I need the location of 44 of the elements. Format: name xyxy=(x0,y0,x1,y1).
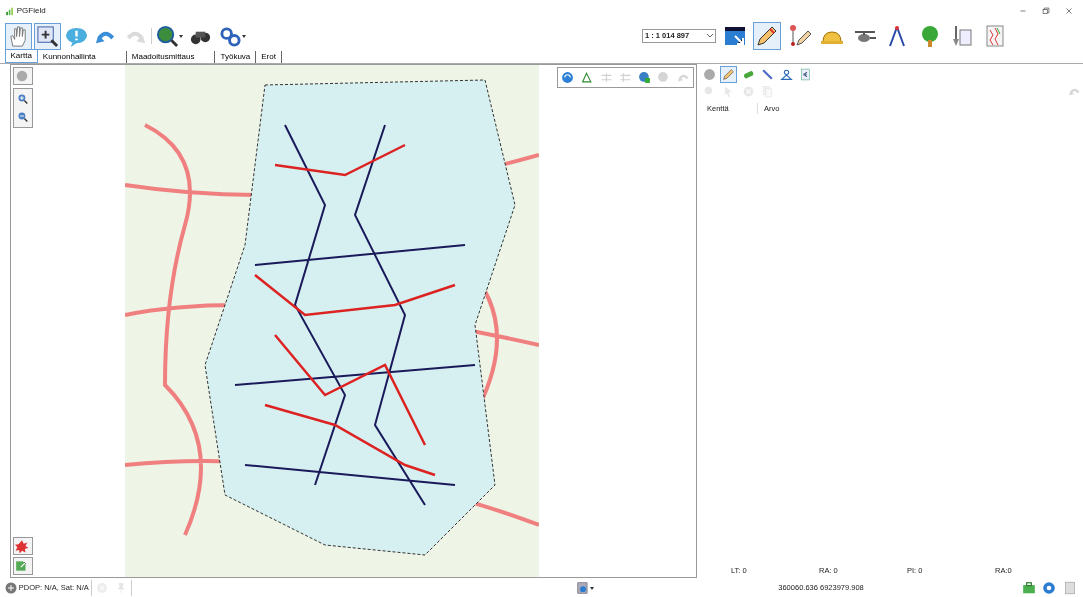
caret-icon xyxy=(179,34,183,38)
window-title: PGField xyxy=(16,5,46,17)
caret-icon xyxy=(590,586,595,590)
node-line-icon xyxy=(580,71,594,84)
merge-line-icon xyxy=(618,71,632,84)
caret-icon xyxy=(707,34,713,39)
globe-add-icon xyxy=(638,71,651,84)
layer-menu-button[interactable] xyxy=(574,579,597,597)
pencil-pin-icon xyxy=(787,24,812,48)
restore-icon xyxy=(1041,6,1052,16)
pencil-icon xyxy=(722,68,736,82)
burst-button[interactable] xyxy=(13,536,33,555)
close-icon xyxy=(1064,6,1075,16)
gps-button[interactable] xyxy=(13,67,33,86)
refresh-icon xyxy=(561,71,574,84)
shovel-document-icon xyxy=(950,24,974,48)
tab[interactable]: Kartta xyxy=(4,49,38,63)
tab[interactable]: Maadoitusmittaus xyxy=(126,51,216,63)
app-logo-icon xyxy=(4,6,15,16)
link-tool-icon xyxy=(218,24,242,48)
refresh-button[interactable] xyxy=(559,69,576,86)
layer-menu-icon xyxy=(576,581,591,595)
pencil-icon xyxy=(755,24,779,48)
window-icon xyxy=(722,24,747,48)
map-export-button[interactable] xyxy=(13,556,33,575)
hand-button[interactable] xyxy=(4,22,32,50)
pencil-button[interactable] xyxy=(753,22,781,50)
burst-icon xyxy=(15,538,30,553)
map-export-icon xyxy=(15,558,30,573)
caret-icon xyxy=(241,34,246,38)
document-icon xyxy=(1062,581,1077,595)
zoom-in-icon xyxy=(35,24,59,48)
clear-icon xyxy=(741,85,755,99)
user-location-icon xyxy=(780,68,793,82)
copy-icon xyxy=(760,85,774,99)
tab[interactable]: Työkuva xyxy=(215,51,257,63)
globe-search-icon xyxy=(156,24,179,48)
zoom-in-button[interactable] xyxy=(33,22,61,50)
split-line-icon xyxy=(599,71,613,84)
tab[interactable]: Erot xyxy=(256,51,282,63)
briefcase-icon xyxy=(1022,581,1036,595)
tab[interactable]: Kunnonhallinta xyxy=(37,51,127,63)
globe-add-button[interactable] xyxy=(636,69,653,86)
pencil-tab[interactable] xyxy=(720,66,738,84)
